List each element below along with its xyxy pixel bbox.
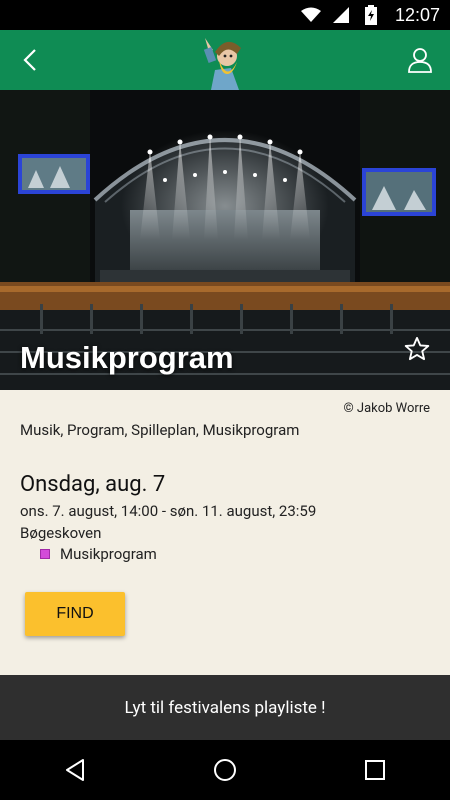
festival-mascot-logo[interactable]	[197, 34, 253, 90]
wifi-icon	[300, 5, 321, 25]
battery-icon	[361, 5, 381, 25]
event-location: Bøgeskoven	[20, 524, 102, 542]
event-tags: Musik, Program, Spilleplan, Musikprogram	[20, 421, 300, 439]
signal-icon	[331, 5, 351, 25]
system-nav-bar	[0, 740, 450, 800]
event-details: © Jakob Worre Musik, Program, Spilleplan…	[0, 390, 450, 675]
star-outline-icon	[404, 336, 430, 361]
status-bar: 12:07	[0, 0, 450, 30]
playlist-label: Lyt til festivalens playliste !	[124, 697, 326, 718]
favorite-button[interactable]	[400, 332, 434, 366]
home-circle-icon	[214, 759, 236, 781]
event-date-range: ons. 7. august, 14:00 - søn. 11. august,…	[20, 502, 317, 520]
back-triangle-icon	[66, 759, 84, 781]
chevron-left-icon	[23, 49, 36, 71]
playlist-banner[interactable]: Lyt til festivalens playliste !	[0, 675, 450, 740]
category-label: Musikprogram	[60, 545, 157, 563]
event-category: Musikprogram	[40, 545, 157, 563]
hero-image: Musikprogram	[0, 90, 450, 390]
nav-back-button[interactable]	[45, 740, 105, 800]
status-time: 12:07	[394, 4, 440, 25]
nav-home-button[interactable]	[195, 740, 255, 800]
app-bar	[0, 30, 450, 90]
user-icon	[408, 48, 432, 73]
event-day: Onsdag, aug. 7	[20, 472, 166, 497]
nav-recents-button[interactable]	[345, 740, 405, 800]
event-title: Musikprogram	[20, 340, 234, 375]
photo-credit: © Jakob Worre	[343, 401, 430, 416]
back-button[interactable]	[0, 30, 60, 90]
category-color-swatch	[40, 549, 50, 559]
profile-button[interactable]	[390, 30, 450, 90]
find-button[interactable]: FIND	[25, 592, 125, 636]
recents-square-icon	[365, 760, 385, 780]
